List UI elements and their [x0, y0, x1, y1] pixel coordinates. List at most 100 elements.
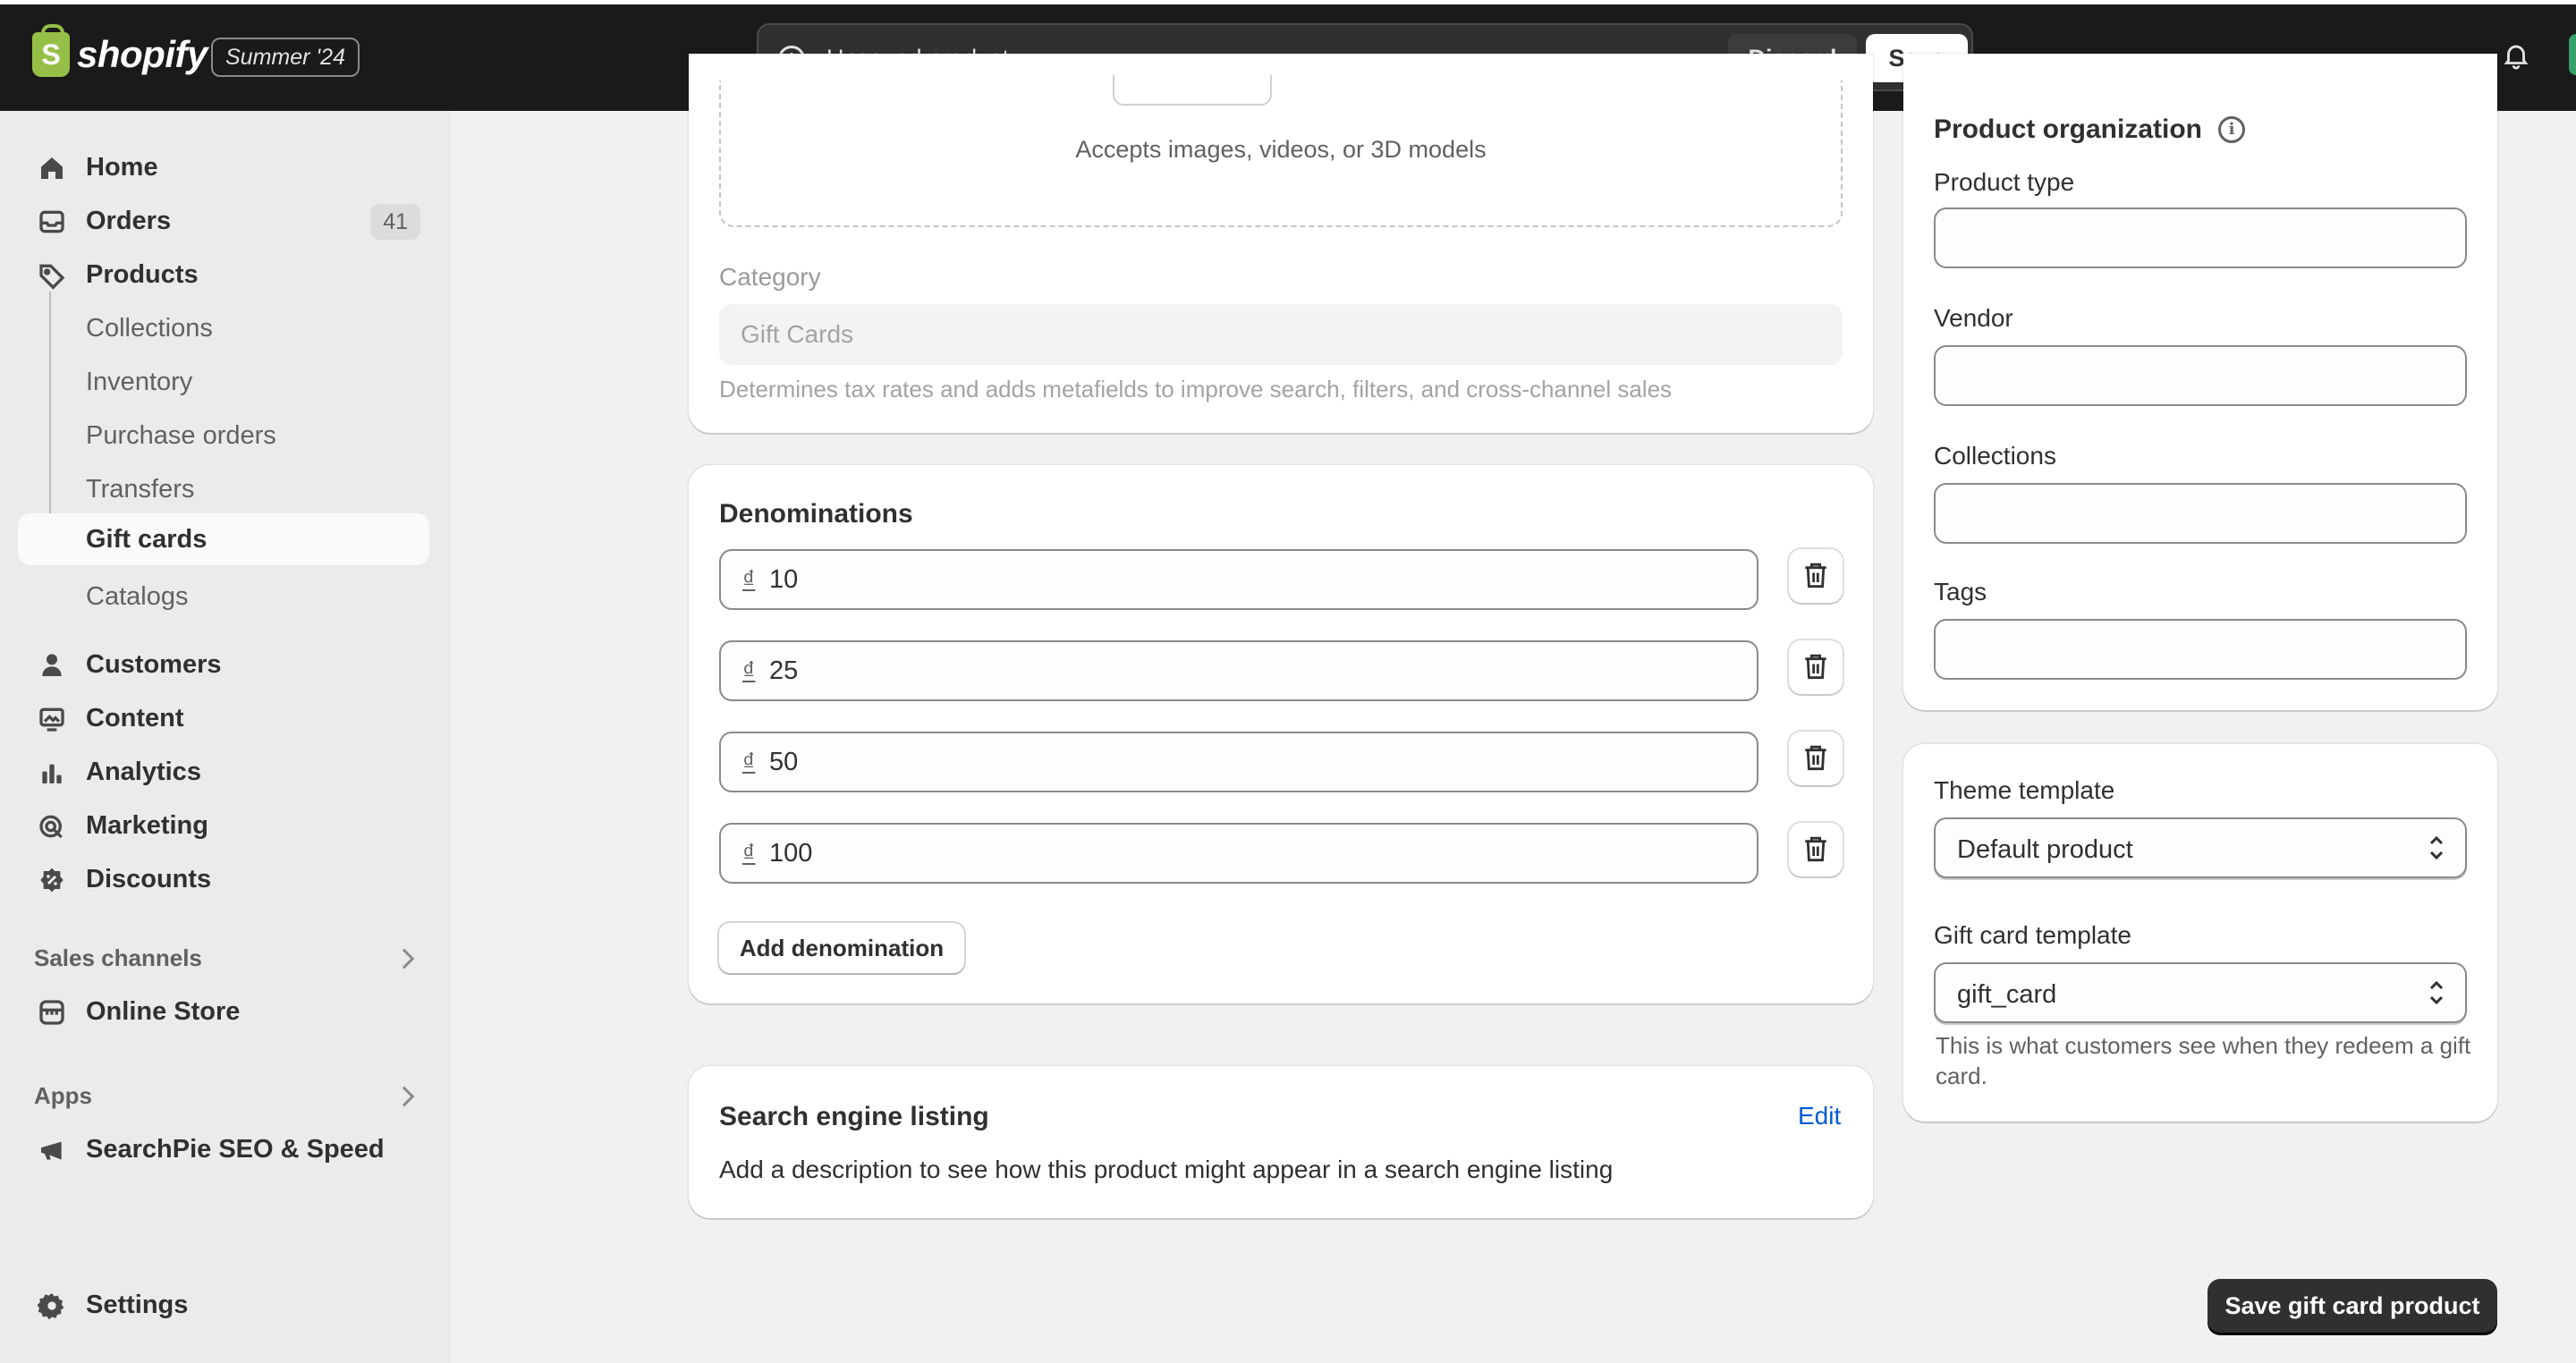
currency-symbol: ₫ — [742, 656, 756, 684]
sidebar-item-label: Settings — [86, 1290, 189, 1319]
store-icon — [39, 1000, 64, 1025]
media-dropzone[interactable]: Accepts images, videos, or 3D models — [719, 75, 1843, 227]
sidebar-item-marketing[interactable]: Marketing — [18, 800, 429, 851]
sidebar-item-label: Inventory — [86, 367, 193, 396]
product-type-label: Product type — [1934, 168, 2075, 196]
media-accepts-text: Accepts images, videos, or 3D models — [1075, 136, 1487, 163]
gift-card-template-select[interactable]: gift_card — [1934, 962, 2467, 1023]
denomination-value: 50 — [769, 748, 799, 776]
sidebar: Home Orders 41 Products Collections Inve… — [0, 111, 451, 1363]
sidebar-item-online-store[interactable]: Online Store — [18, 986, 429, 1037]
bell-icon[interactable] — [2501, 39, 2531, 72]
theme-template-value: Default product — [1957, 835, 2133, 864]
category-help: Determines tax rates and adds metafields… — [719, 376, 1673, 402]
sidebar-item-analytics[interactable]: Analytics — [18, 746, 429, 798]
theme-template-label: Theme template — [1934, 776, 2115, 804]
sidebar-item-label: Home — [86, 152, 158, 182]
add-denomination-button[interactable]: Add denomination — [719, 923, 964, 973]
sidebar-item-label: Customers — [86, 649, 222, 679]
sidebar-item-label: Marketing — [86, 810, 208, 840]
search-engine-listing-card — [689, 1066, 1873, 1218]
vendor-input[interactable] — [1934, 345, 2467, 406]
sidebar-item-collections[interactable]: Collections — [18, 302, 429, 354]
sidebar-item-purchase-orders[interactable]: Purchase orders — [18, 410, 429, 461]
delete-denomination-button[interactable] — [1789, 823, 1843, 876]
collections-input[interactable] — [1934, 483, 2467, 544]
seo-title: Search engine listing — [719, 1102, 989, 1131]
upload-button-stub[interactable] — [1113, 75, 1272, 106]
sidebar-item-label: Catalogs — [86, 581, 189, 611]
delete-denomination-button[interactable] — [1789, 549, 1843, 603]
collections-label: Collections — [1934, 442, 2056, 470]
denomination-value: 10 — [769, 565, 799, 594]
shopify-bag-icon: S — [32, 24, 70, 77]
target-icon — [39, 815, 63, 839]
sales-channels-heading[interactable]: Sales channels — [34, 944, 202, 972]
sidebar-item-gift-cards[interactable]: Gift cards — [18, 513, 429, 565]
megaphone-icon — [41, 1141, 62, 1160]
delete-denomination-button[interactable] — [1789, 640, 1843, 694]
home-icon — [41, 157, 63, 179]
sidebar-item-content[interactable]: Content — [18, 692, 429, 744]
sidebar-item-customers[interactable]: Customers — [18, 639, 429, 690]
product-organization-title: Product organization — [1934, 114, 2202, 144]
theme-template-select[interactable]: Default product — [1934, 817, 2467, 878]
trash-icon — [1805, 563, 1826, 588]
sidebar-item-inventory[interactable]: Inventory — [18, 356, 429, 408]
denomination-input[interactable]: ₫ 50 — [719, 732, 1758, 792]
chevron-right-icon[interactable] — [394, 948, 415, 969]
info-icon[interactable]: i — [2218, 116, 2245, 143]
trash-icon — [1805, 745, 1826, 771]
image-icon — [39, 707, 64, 732]
select-arrows-icon — [2429, 835, 2444, 860]
trash-icon — [1805, 836, 1826, 862]
denomination-input[interactable]: ₫ 10 — [719, 549, 1758, 610]
sidebar-item-label: Products — [86, 259, 199, 289]
gift-card-template-value: gift_card — [1957, 980, 2057, 1009]
bar-chart-icon — [42, 764, 62, 783]
sidebar-item-orders[interactable]: Orders 41 — [18, 195, 429, 247]
gift-card-template-label: Gift card template — [1934, 921, 2131, 949]
edition-badge: Summer '24 — [211, 38, 360, 77]
inbox-icon — [39, 210, 64, 233]
tag-icon — [39, 264, 65, 290]
sidebar-item-transfers[interactable]: Transfers — [18, 463, 429, 515]
sidebar-item-label: Orders — [86, 206, 172, 235]
gift-card-template-help: This is what customers see when they red… — [1936, 1032, 2471, 1089]
gear-icon — [38, 1293, 64, 1320]
chevron-right-icon[interactable] — [394, 1086, 415, 1107]
sidebar-item-settings[interactable]: Settings — [18, 1279, 429, 1331]
apps-heading[interactable]: Apps — [34, 1082, 92, 1110]
sidebar-item-label: Transfers — [86, 474, 195, 504]
denominations-title: Denominations — [719, 499, 913, 529]
denomination-value: 100 — [769, 839, 813, 868]
top-strip — [0, 0, 2576, 4]
sidebar-item-label: Discounts — [86, 864, 212, 893]
sidebar-item-label: Gift cards — [86, 524, 208, 554]
orders-count-badge: 41 — [370, 204, 420, 240]
seo-edit-link[interactable]: Edit — [1798, 1102, 1841, 1130]
save-gift-card-product-button[interactable]: Save gift card product — [2207, 1279, 2497, 1333]
product-type-input[interactable] — [1934, 207, 2467, 268]
sidebar-item-products[interactable]: Products — [18, 249, 429, 301]
sidebar-item-catalogs[interactable]: Catalogs — [18, 571, 429, 622]
shopify-logo[interactable]: S shopify — [32, 24, 208, 77]
trash-icon — [1805, 654, 1826, 680]
sidebar-item-label: Collections — [86, 313, 213, 343]
tags-input[interactable] — [1934, 619, 2467, 680]
currency-symbol: ₫ — [742, 565, 756, 593]
avatar[interactable] — [2569, 34, 2576, 75]
sidebar-item-label: Purchase orders — [86, 420, 276, 450]
currency-symbol: ₫ — [742, 748, 756, 775]
denomination-input[interactable]: ₫ 100 — [719, 823, 1758, 884]
denomination-input[interactable]: ₫ 25 — [719, 640, 1758, 701]
sidebar-item-discounts[interactable]: Discounts — [18, 853, 429, 905]
sidebar-item-home[interactable]: Home — [18, 141, 429, 193]
vendor-label: Vendor — [1934, 304, 2013, 332]
select-arrows-icon — [2429, 980, 2444, 1005]
discount-icon — [40, 868, 64, 893]
seo-description: Add a description to see how this produc… — [719, 1156, 1614, 1183]
sidebar-item-searchpie[interactable]: SearchPie SEO & Speed — [18, 1123, 429, 1175]
person-icon — [42, 654, 62, 676]
delete-denomination-button[interactable] — [1789, 732, 1843, 785]
